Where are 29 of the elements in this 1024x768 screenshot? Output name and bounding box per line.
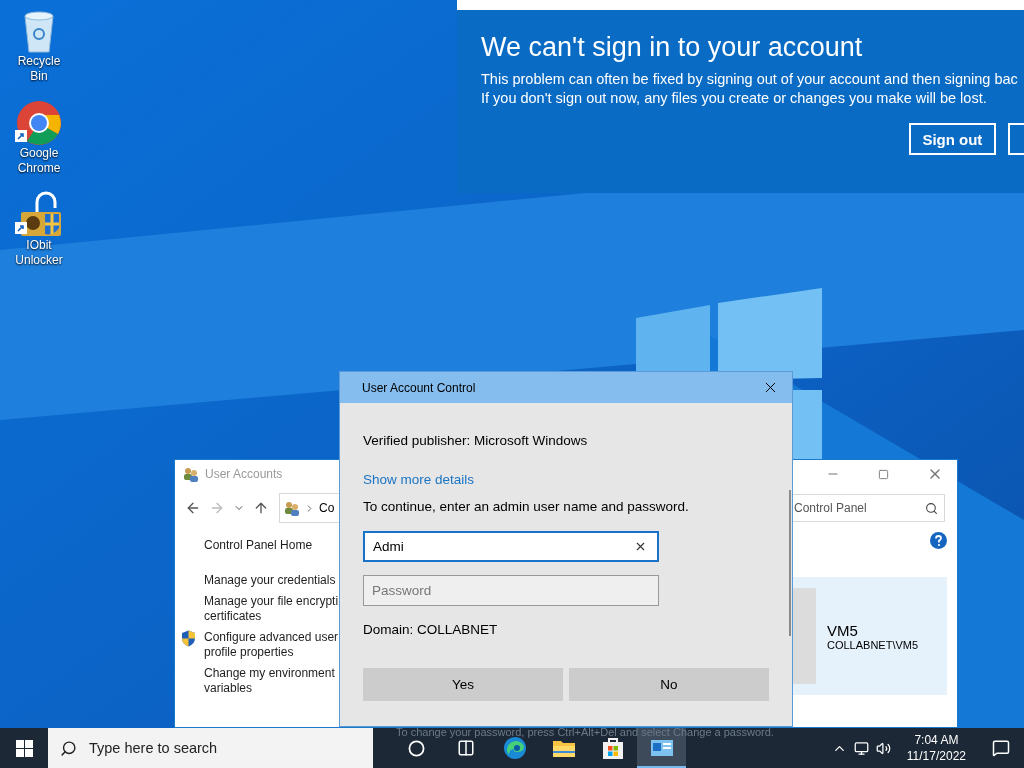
account-detail: COLLABNET\VM5 bbox=[827, 638, 919, 651]
dialog-button[interactable]: No bbox=[569, 668, 769, 701]
task-link[interactable]: Control Panel Home bbox=[204, 538, 339, 553]
error-title: We can't sign in to your account bbox=[481, 31, 864, 64]
taskbar-search-field[interactable]: Type here to search bbox=[48, 728, 373, 768]
error-message: If you don't sign out now, any files you create or changes you make will be lost. bbox=[481, 89, 988, 108]
search-placeholder: Type here to search bbox=[89, 740, 218, 756]
breadcrumb-text[interactable]: Co bbox=[319, 501, 335, 515]
desktop-icon-label[interactable]: Recycle Bin bbox=[8, 54, 70, 84]
account-name: VM5 bbox=[827, 621, 859, 639]
password-field[interactable]: Password bbox=[363, 575, 659, 606]
task-link[interactable]: Manage your file encrypti certificates bbox=[204, 594, 339, 624]
show-details-link[interactable]: Show more details bbox=[363, 471, 475, 489]
dialog-button[interactable]: Yes bbox=[363, 668, 563, 701]
desktop-icon-label[interactable]: IObit Unlocker bbox=[8, 238, 70, 268]
task-link[interactable]: Configure advanced user profile properties bbox=[204, 630, 339, 660]
sign-out-button[interactable]: Sign out bbox=[909, 123, 996, 155]
window-title: User Accounts bbox=[205, 467, 283, 481]
publisher-text: Verified publisher: Microsoft Windows bbox=[363, 432, 589, 450]
clock[interactable]: 7:04 AM 11/17/2022 bbox=[894, 732, 978, 764]
username-field[interactable]: Admi bbox=[363, 531, 659, 562]
search-field-text: Control Panel bbox=[794, 501, 867, 515]
desktop-icon-label[interactable]: Google Chrome bbox=[8, 146, 70, 176]
dialog-title: User Account Control bbox=[362, 380, 476, 395]
task-link[interactable]: Manage your credentials bbox=[204, 573, 339, 588]
domain-text: Domain: COLLABNET bbox=[363, 621, 499, 639]
task-link[interactable]: Change my environment variables bbox=[204, 666, 339, 696]
prompt-text: To continue, enter an admin user name and password. bbox=[363, 498, 690, 516]
error-message: This problem can often be fixed by signing out of your account and then signing bac bbox=[481, 70, 1019, 89]
